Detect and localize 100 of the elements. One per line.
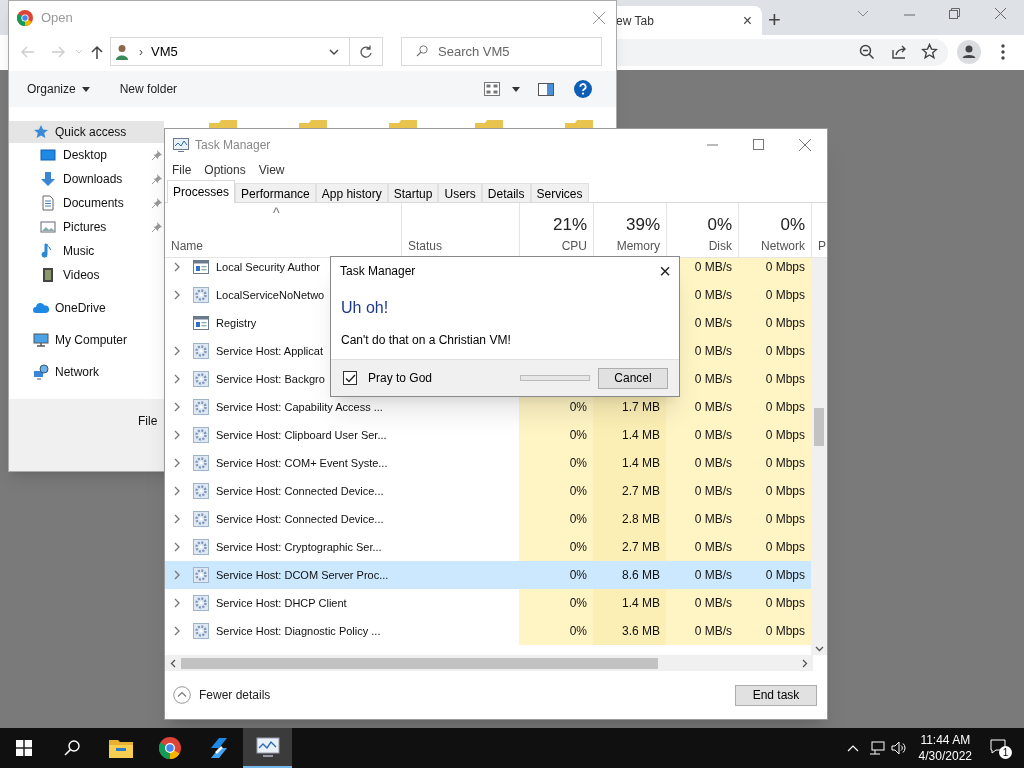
process-row[interactable]: Service Host: Connected Device... 0% 2.7 MB 0 MB/s 0 Mbps bbox=[165, 477, 812, 505]
column-header[interactable]: ^ Name bbox=[165, 203, 401, 257]
more-icon[interactable] bbox=[1001, 44, 1005, 60]
process-row[interactable]: Service Host: Cryptographic Ser... 0% 2.7 MB 0 MB/s 0 Mbps bbox=[165, 533, 812, 561]
close-icon[interactable] bbox=[593, 11, 605, 24]
nav-item[interactable]: Pictures bbox=[9, 215, 164, 239]
nav-label: Documents bbox=[63, 195, 125, 212]
chevron-down-icon[interactable] bbox=[329, 48, 339, 55]
zoom-out-icon[interactable] bbox=[859, 44, 875, 60]
horizontal-scrollbar[interactable] bbox=[165, 655, 813, 671]
chevron-right-icon[interactable] bbox=[173, 374, 181, 384]
up-arrow-icon[interactable] bbox=[91, 44, 103, 59]
sort-caret: ^ bbox=[273, 204, 280, 223]
column-header[interactable]: 0% Network bbox=[738, 203, 811, 257]
help-icon[interactable] bbox=[574, 80, 592, 98]
nav-item[interactable]: OneDrive bbox=[9, 297, 164, 319]
nav-item[interactable]: Documents bbox=[9, 191, 164, 215]
checkbox[interactable] bbox=[343, 371, 357, 385]
nav-item[interactable]: Network bbox=[9, 361, 164, 383]
chevron-right-icon[interactable] bbox=[173, 514, 181, 524]
nav-item[interactable]: My Computer bbox=[9, 329, 164, 351]
folder-icon bbox=[108, 738, 133, 758]
chevron-right-icon[interactable] bbox=[173, 570, 181, 580]
end-task-button[interactable]: End task bbox=[735, 684, 817, 706]
profile-icon[interactable] bbox=[957, 40, 981, 64]
process-row[interactable]: Service Host: Connected Device... 0% 2.8 MB 0 MB/s 0 Mbps bbox=[165, 505, 812, 533]
chevron-right-icon[interactable] bbox=[173, 262, 181, 272]
organize-button[interactable]: Organize bbox=[27, 80, 90, 98]
notification-button[interactable]: 1 bbox=[990, 737, 1012, 759]
scrollbar[interactable] bbox=[811, 258, 827, 655]
tab[interactable]: Performance bbox=[235, 183, 316, 202]
table-cell-text: 0 MB/s bbox=[694, 623, 732, 640]
table-cell-text: 0 Mbps bbox=[765, 371, 805, 388]
scroll-thumb[interactable] bbox=[814, 408, 824, 446]
close-icon[interactable] bbox=[799, 138, 811, 151]
volume-icon[interactable] bbox=[890, 741, 907, 755]
table-cell-text: 0% bbox=[569, 511, 587, 528]
network-icon[interactable] bbox=[868, 741, 885, 755]
taskbar-app[interactable] bbox=[243, 728, 292, 768]
new-folder-button[interactable]: New folder bbox=[119, 80, 178, 98]
table-cell-text: 0 Mbps bbox=[765, 315, 805, 332]
chevron-up-icon[interactable] bbox=[846, 744, 859, 752]
table-cell-text: 0 MB/s bbox=[694, 567, 732, 584]
preview-pane-icon[interactable] bbox=[538, 82, 554, 96]
process-name: Registry bbox=[216, 315, 257, 331]
nav-item[interactable]: Music bbox=[9, 239, 164, 263]
tab[interactable]: Services bbox=[530, 183, 589, 202]
star-icon[interactable] bbox=[921, 43, 938, 60]
tab[interactable]: App history bbox=[315, 183, 388, 202]
gear-icon bbox=[193, 511, 209, 527]
chevron-right-icon[interactable] bbox=[173, 430, 181, 440]
gear-icon bbox=[193, 371, 209, 387]
tab[interactable]: Users bbox=[438, 183, 482, 202]
menu-item[interactable]: View bbox=[258, 161, 285, 179]
process-name: Service Host: Diagnostic Policy ... bbox=[216, 623, 381, 639]
process-row[interactable]: Service Host: DHCP Client 0% 1.4 MB 0 MB/s 0 Mbps bbox=[165, 589, 812, 617]
process-row[interactable]: Service Host: COM+ Event Syste... 0% 1.4 MB 0 MB/s 0 Mbps bbox=[165, 449, 812, 477]
column-header[interactable]: P bbox=[811, 203, 827, 257]
process-row[interactable]: Service Host: Clipboard User Ser... 0% 1.4 MB 0 MB/s 0 Mbps bbox=[165, 421, 812, 449]
tab-close-button[interactable]: × bbox=[742, 8, 752, 33]
chevron-right-icon[interactable] bbox=[173, 402, 181, 412]
gear-icon bbox=[193, 567, 209, 583]
share-icon[interactable] bbox=[891, 43, 908, 60]
nav-item[interactable]: Downloads bbox=[9, 167, 164, 191]
chevron-right-icon[interactable] bbox=[173, 598, 181, 608]
chevron-right-icon[interactable] bbox=[173, 542, 181, 552]
address-field[interactable]: › VM5 bbox=[110, 37, 383, 66]
menu-item[interactable]: File bbox=[172, 161, 192, 179]
chevron-right-icon[interactable] bbox=[173, 486, 181, 496]
process-row[interactable]: Service Host: DCOM Server Proc... 0% 8.6 MB 0 MB/s 0 Mbps bbox=[165, 561, 812, 589]
column-label: Name bbox=[171, 238, 204, 255]
process-row[interactable]: Service Host: Diagnostic Policy ... 0% 3.6 MB 0 MB/s 0 Mbps bbox=[165, 617, 812, 645]
close-button[interactable]: × bbox=[659, 261, 671, 281]
caret-icon[interactable] bbox=[512, 86, 520, 92]
view-options-icon[interactable] bbox=[484, 82, 500, 96]
cloud-icon bbox=[33, 300, 49, 316]
restore-icon[interactable] bbox=[949, 8, 960, 19]
chevron-right-icon[interactable] bbox=[173, 626, 181, 636]
pin-icon bbox=[152, 150, 162, 160]
nav-item[interactable]: Videos bbox=[9, 263, 164, 287]
process-name: Local Security Author bbox=[216, 259, 320, 275]
scroll-thumb[interactable] bbox=[181, 657, 658, 669]
cancel-button[interactable]: Cancel bbox=[598, 367, 668, 389]
close-icon[interactable] bbox=[995, 8, 1006, 19]
tab[interactable]: Processes bbox=[167, 180, 236, 203]
tab[interactable]: Details bbox=[481, 183, 531, 202]
table-cell-text: 0% bbox=[569, 455, 587, 472]
maximize-icon[interactable] bbox=[753, 139, 764, 150]
new-tab-button[interactable]: + bbox=[768, 3, 781, 36]
search-field[interactable]: Search VM5 bbox=[401, 37, 602, 66]
nav-item[interactable]: Desktop bbox=[9, 143, 164, 167]
chevron-right-icon[interactable] bbox=[173, 290, 181, 300]
chevron-right-icon[interactable] bbox=[173, 346, 181, 356]
menu-item[interactable]: Options bbox=[204, 161, 246, 179]
chevron-right-icon[interactable] bbox=[173, 458, 181, 468]
column-label: CPU bbox=[561, 238, 587, 255]
fewer-details-link[interactable]: Fewer details bbox=[199, 686, 735, 704]
collapse-icon[interactable] bbox=[173, 686, 191, 704]
tab[interactable]: Startup bbox=[387, 183, 439, 202]
nav-item[interactable]: Quick access bbox=[9, 121, 164, 143]
